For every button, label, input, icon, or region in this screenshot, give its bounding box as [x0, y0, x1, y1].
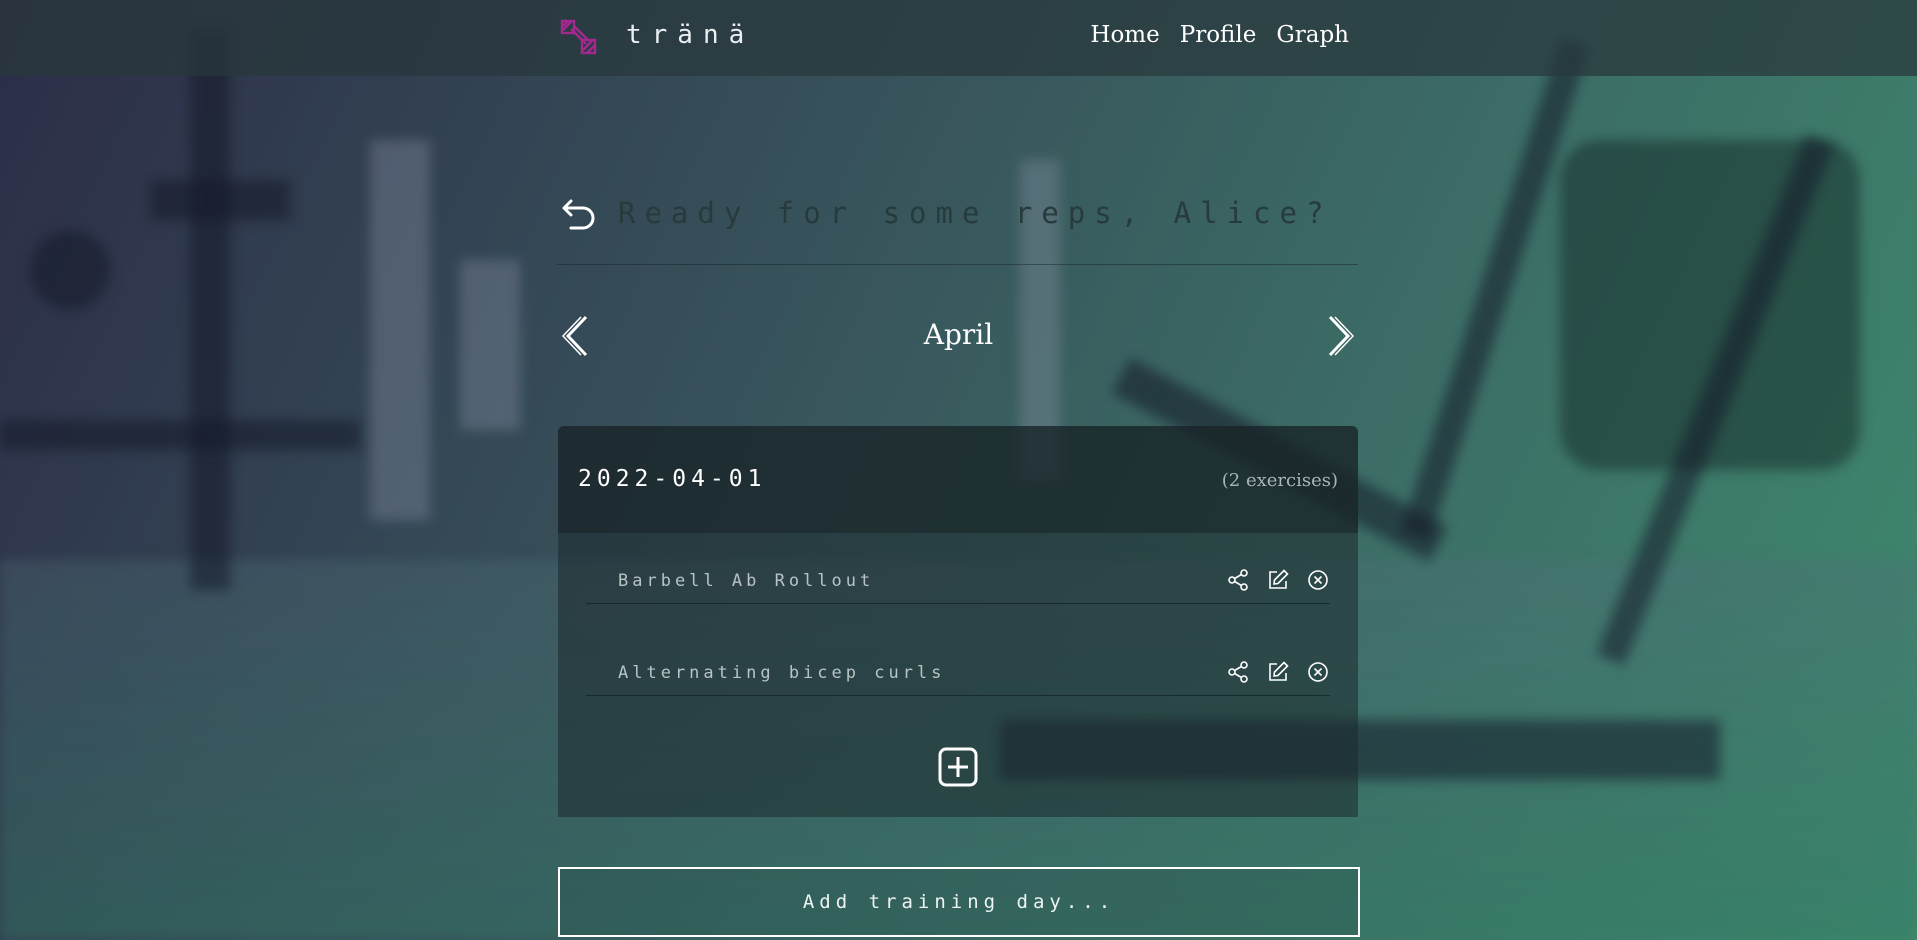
exercise-count: (2 exercises)	[1221, 470, 1338, 491]
edit-icon[interactable]	[1266, 660, 1290, 684]
navbar: tränä Home Profile Graph	[0, 0, 1917, 76]
add-training-day-button[interactable]: Add training day...	[558, 867, 1360, 937]
share-icon[interactable]	[1226, 660, 1250, 684]
training-day-card: 2022-04-01 (2 exercises) Barbell Ab Roll…	[558, 426, 1358, 817]
exercise-actions	[1226, 568, 1330, 592]
header-divider	[557, 264, 1358, 265]
brand-name[interactable]: tränä	[626, 20, 754, 50]
nav-links: Home Profile Graph	[1090, 22, 1349, 48]
delete-icon[interactable]	[1306, 568, 1330, 592]
share-icon[interactable]	[1226, 568, 1250, 592]
nav-home-link[interactable]: Home	[1090, 22, 1159, 48]
dumbbell-icon[interactable]	[560, 18, 598, 56]
training-day-header[interactable]: 2022-04-01 (2 exercises)	[558, 426, 1358, 533]
month-label: April	[923, 318, 994, 351]
exercise-name: Barbell Ab Rollout	[618, 571, 875, 591]
chevron-right-icon[interactable]	[1322, 314, 1356, 358]
exercise-actions	[1226, 660, 1330, 684]
delete-icon[interactable]	[1306, 660, 1330, 684]
nav-profile-link[interactable]: Profile	[1180, 22, 1257, 48]
training-day-date: 2022-04-01	[578, 466, 767, 492]
undo-arrow-icon[interactable]	[559, 196, 597, 234]
plus-square-icon[interactable]	[938, 747, 978, 787]
exercise-row[interactable]: Alternating bicep curls	[586, 649, 1330, 696]
exercise-row[interactable]: Barbell Ab Rollout	[586, 557, 1330, 604]
page-title: Ready for some reps, Alice?	[618, 196, 1333, 230]
edit-icon[interactable]	[1266, 568, 1290, 592]
nav-graph-link[interactable]: Graph	[1276, 22, 1349, 48]
exercise-name: Alternating bicep curls	[618, 663, 946, 683]
